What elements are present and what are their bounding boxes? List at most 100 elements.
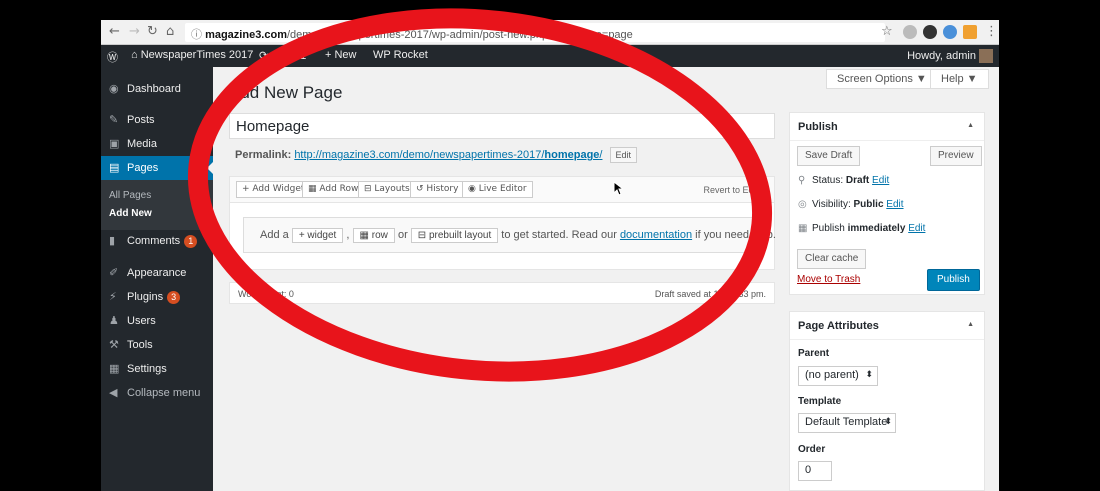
add-row-button[interactable]: ▦ Add Row [302,181,365,198]
sidebar-item-settings[interactable]: ▦ Settings [101,357,213,381]
site-name-link[interactable]: ⌂ NewspaperTimes 2017 [131,49,253,61]
back-icon[interactable]: ← [109,24,120,39]
collapse-arrow-icon[interactable]: ▲ [967,122,974,129]
help-button[interactable]: Help ▼ [930,69,989,89]
settings-icon: ▦ [109,362,120,375]
collapse-arrow-icon[interactable]: ▲ [967,321,974,328]
template-select[interactable]: Default Template ⬍ [798,413,896,433]
builder-toolbar: + Add Widget ▦ Add Row ⊟ Layouts ↺ Histo… [230,177,774,203]
brush-icon: ✐ [109,266,119,279]
builder-empty-hint: Add a + widget , ▦ row or ⊟ prebuilt lay… [243,217,776,253]
forward-icon[interactable]: → [129,24,140,39]
page-title: Add New Page [229,83,343,102]
plugins-count-badge: 3 [167,291,181,304]
publish-date-edit-link[interactable]: Edit [908,223,925,234]
sidebar-item-users[interactable]: ♟ Users [101,309,213,333]
status-row: ⚲ Status: Draft Edit [798,175,890,186]
admin-sidebar: ◉ Dashboard ✎ Posts ▣ Media ▤ Pages All Page… [101,67,213,491]
save-draft-button[interactable]: Save Draft [797,146,861,166]
parent-select[interactable]: (no parent) ⬍ [798,366,878,386]
menu-dots-icon[interactable]: ⋮ [985,24,998,39]
sidebar-item-comments[interactable]: ▮ Comments 1 [101,229,213,253]
updates-icon: ⟳ [259,50,272,62]
pin-icon: ✎ [109,113,119,126]
submenu-add-new[interactable]: Add New [109,208,152,219]
order-input[interactable]: 0 [798,461,832,481]
bookmark-star-icon[interactable]: ☆ [881,24,893,39]
wordpress-logo-icon[interactable]: Ⓦ [107,49,118,65]
eye-icon: ◎ [798,199,807,210]
reload-icon[interactable]: ↻ [147,24,158,39]
revert-to-editor-link[interactable]: Revert to Editor [703,185,766,195]
home-icon[interactable]: ⌂ [166,24,174,39]
sidebar-item-media[interactable]: ▣ Media [101,132,213,156]
layouts-icon: ⊟ [364,184,375,194]
template-label: Template [798,396,842,407]
extension-icon[interactable] [943,25,957,39]
title-input[interactable]: Homepage [229,113,775,139]
permalink-edit-button[interactable]: Edit [609,147,638,163]
add-row-hint-button[interactable]: ▦ row [352,228,395,243]
clear-cache-button[interactable]: Clear cache [797,249,867,269]
address-bar[interactable]: ⓘ magazine3.com/demo/newspapertimes-2017… [185,23,885,42]
plug-icon: ⚡ [109,290,117,303]
publish-button[interactable]: Publish [927,269,980,291]
comments-count-badge: 1 [184,235,198,248]
updates-link[interactable]: ⟳ 6 [259,49,277,62]
page-attributes-header[interactable]: Page Attributes ▲ [790,312,984,340]
media-icon: ▣ [109,137,120,150]
eye-icon: ◉ [468,184,479,194]
status-edit-link[interactable]: Edit [872,175,889,186]
page-builder: + Add Widget ▦ Add Row ⊟ Layouts ↺ Histo… [229,176,776,270]
comments-link[interactable]: ▮ 1 [291,49,306,62]
layouts-button[interactable]: ⊟ Layouts [358,181,416,198]
grid-icon: ▦ [308,184,320,194]
select-arrows-icon: ⬍ [884,416,892,426]
history-button[interactable]: ↺ History [410,181,465,198]
sidebar-item-dashboard[interactable]: ◉ Dashboard [101,77,213,101]
screen-options-button[interactable]: Screen Options ▼ [826,69,938,89]
draft-saved-status: Draft saved at 12:53:33 pm. [654,289,766,299]
select-arrows-icon: ⬍ [865,369,873,379]
url-host: magazine3.com [205,29,287,41]
extension-icon[interactable] [903,25,917,39]
prebuilt-layout-hint-button[interactable]: ⊟ prebuilt layout [410,228,499,243]
preview-button[interactable]: Preview [930,146,982,166]
pages-submenu: All Pages Add New [101,180,213,230]
word-count: Word count: 0 [238,289,294,299]
visibility-edit-link[interactable]: Edit [886,199,903,210]
users-icon: ♟ [109,314,119,327]
mouse-cursor-icon [613,181,623,196]
extension-icon[interactable] [963,25,977,39]
avatar [979,49,993,63]
url-path: /demo/newspapertimes-2017/wp-admin/post-… [286,29,633,41]
add-widget-hint-button[interactable]: + widget [291,228,344,243]
extension-icon[interactable] [923,25,937,39]
page-attributes-box: Page Attributes ▲ Parent (no parent) ⬍ Tem… [789,311,985,491]
wrench-icon: ⚒ [109,338,119,351]
main-content: Screen Options ▼ Help ▼ Add New Page Hom… [213,67,999,491]
new-content-link[interactable]: + New [325,49,357,61]
sidebar-item-appearance[interactable]: ✐ Appearance [101,261,213,285]
comment-icon: ▮ [291,50,301,62]
sidebar-item-posts[interactable]: ✎ Posts [101,108,213,132]
documentation-link[interactable]: documentation [620,229,692,241]
pin-icon: ⚲ [798,175,806,186]
account-menu[interactable]: Howdy, admin [907,49,993,63]
sidebar-item-plugins[interactable]: ⚡ Plugins 3 [101,285,213,309]
publish-box-header[interactable]: Publish ▲ [790,113,984,141]
collapse-menu-button[interactable]: ◀ Collapse menu [101,381,213,405]
move-to-trash-link[interactable]: Move to Trash [797,274,860,285]
parent-label: Parent [798,348,830,359]
permalink-link[interactable]: http://magazine3.com/demo/newspapertimes… [294,149,602,161]
info-icon: ⓘ [191,29,206,41]
sidebar-item-pages[interactable]: ▤ Pages [101,156,213,180]
submenu-all-pages[interactable]: All Pages [109,190,151,201]
live-editor-button[interactable]: ◉ Live Editor [462,181,533,198]
wp-admin-bar: Ⓦ ⌂ NewspaperTimes 2017 ⟳ 6 ▮ 1 + New WP… [101,45,999,67]
sidebar-item-tools[interactable]: ⚒ Tools [101,333,213,357]
history-icon: ↺ [416,184,427,194]
add-widget-button[interactable]: + Add Widget [236,181,311,198]
wp-rocket-link[interactable]: WP Rocket [373,49,428,61]
editor-status-bar: Word count: 0 Draft saved at 12:53:33 pm… [229,282,775,304]
